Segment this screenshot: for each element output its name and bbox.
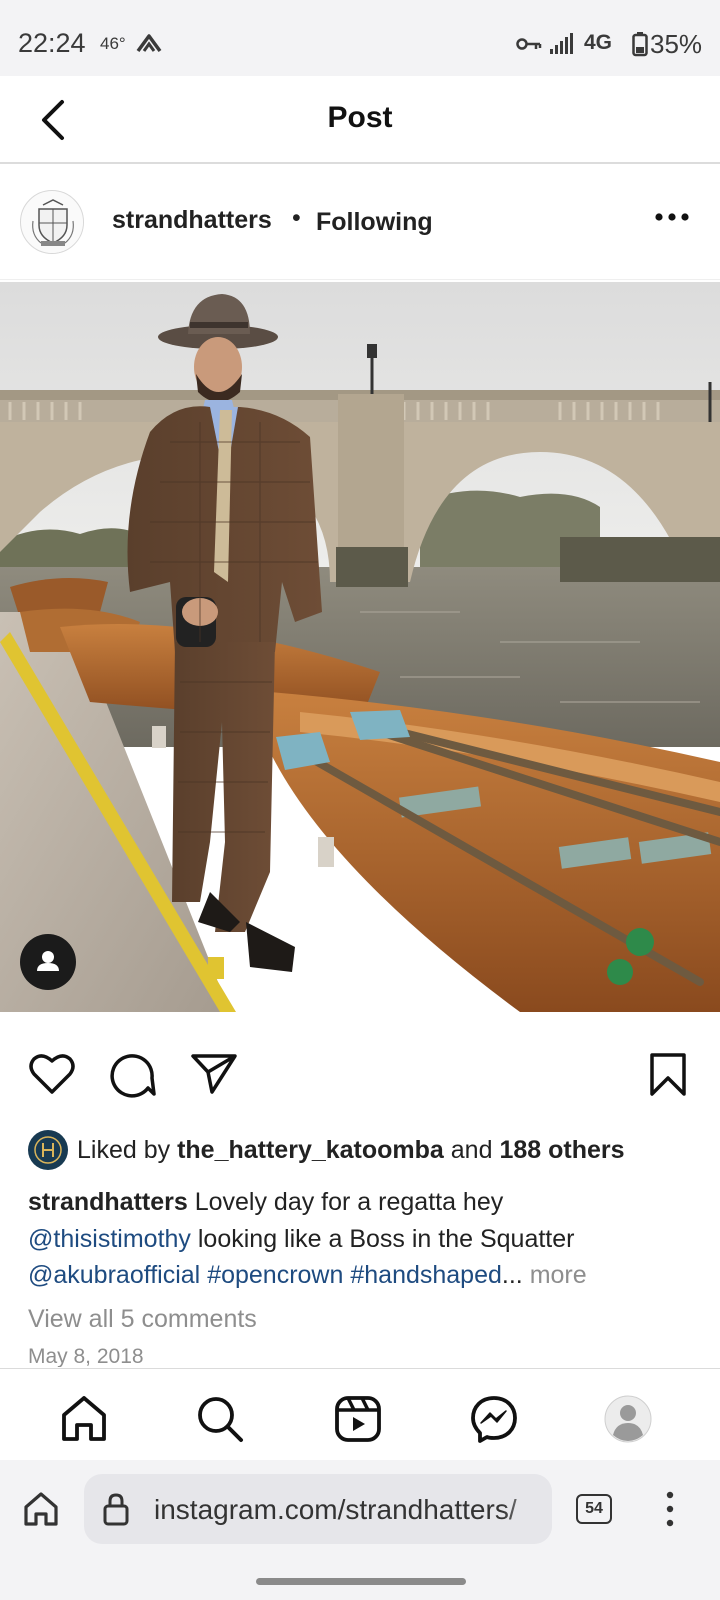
author-avatar[interactable]: [20, 190, 84, 254]
send-icon[interactable]: [190, 1052, 238, 1096]
signal-icon: [550, 33, 573, 54]
caption-hashtag-1[interactable]: #opencrown: [207, 1261, 343, 1289]
caption-username[interactable]: strandhatters: [28, 1188, 188, 1216]
user-tag-icon: [37, 951, 59, 971]
post-author-row: strandhatters • Following: [0, 166, 720, 280]
caption-text-2: looking like a Boss in the Squatter: [197, 1224, 575, 1253]
post-image: [0, 282, 720, 1012]
bottom-navigation: [0, 1368, 720, 1460]
liked-by-and: and: [450, 1136, 493, 1164]
vpn-key-icon: [516, 38, 542, 50]
caption-mention-2[interactable]: @akubraofficial: [28, 1261, 200, 1289]
caption-ellipsis: ...: [501, 1261, 523, 1289]
messenger-icon[interactable]: [468, 1393, 520, 1445]
battery-level: 35%: [650, 29, 703, 59]
battery-icon: [632, 32, 648, 57]
view-all-comments-link[interactable]: View all 5 comments: [28, 1305, 257, 1334]
post-date: May 8, 2018: [28, 1345, 144, 1367]
status-bar: 22:24 46° 4G 35%: [0, 0, 720, 76]
profile-icon[interactable]: [602, 1393, 654, 1445]
bookmark-icon[interactable]: [648, 1052, 688, 1098]
liked-by-others[interactable]: 188 others: [499, 1136, 624, 1164]
heart-icon[interactable]: [28, 1052, 76, 1096]
address-bar[interactable]: instagram.com/strandhatters/: [84, 1474, 552, 1544]
page-title: Post: [327, 101, 393, 134]
network-type: 4G: [584, 31, 613, 54]
more-horizontal-icon[interactable]: [654, 210, 690, 224]
post-caption: strandhatters Lovely day for a regatta h…: [28, 1184, 708, 1294]
author-username[interactable]: strandhatters: [112, 206, 272, 235]
crest-logo-icon: [23, 193, 83, 253]
status-time: 22:24: [18, 28, 86, 58]
caption-hashtag-2[interactable]: #handshaped: [350, 1261, 502, 1289]
liker-avatar[interactable]: [28, 1130, 68, 1170]
lock-icon: [103, 1493, 129, 1526]
caption-text-1: Lovely day for a regatta hey: [194, 1188, 504, 1216]
caption-mention-1[interactable]: @thisistimothy: [28, 1225, 191, 1253]
tab-count-button[interactable]: 54: [576, 1494, 612, 1524]
gesture-home-handle[interactable]: [256, 1578, 466, 1585]
liked-by-user[interactable]: the_hattery_katoomba: [177, 1136, 444, 1164]
caption-more-link[interactable]: more: [530, 1261, 587, 1289]
user-tag-button[interactable]: [20, 934, 76, 990]
status-temperature: 46°: [100, 34, 126, 53]
reels-icon[interactable]: [332, 1393, 384, 1445]
post-header-bar: Post: [0, 76, 720, 164]
liked-by-row[interactable]: Liked by the_hattery_katoomba and 188 ot…: [28, 1130, 708, 1170]
liked-by-prefix: Liked by: [77, 1136, 171, 1164]
liked-by-text: Liked by the_hattery_katoomba and 188 ot…: [77, 1136, 625, 1165]
home-icon[interactable]: [58, 1393, 110, 1445]
weather-app-icon: [136, 34, 162, 53]
separator-dot: •: [292, 204, 301, 232]
comment-icon[interactable]: [108, 1052, 156, 1098]
url-fade: [502, 1474, 552, 1544]
following-button[interactable]: Following: [316, 208, 433, 237]
url-text: instagram.com/strandhatters/: [154, 1494, 517, 1525]
browser-menu-icon[interactable]: [664, 1490, 676, 1528]
hattery-logo-icon: [29, 1131, 67, 1169]
post-photo[interactable]: [0, 282, 720, 1012]
browser-home-icon[interactable]: [22, 1490, 60, 1528]
search-icon[interactable]: [194, 1393, 246, 1445]
